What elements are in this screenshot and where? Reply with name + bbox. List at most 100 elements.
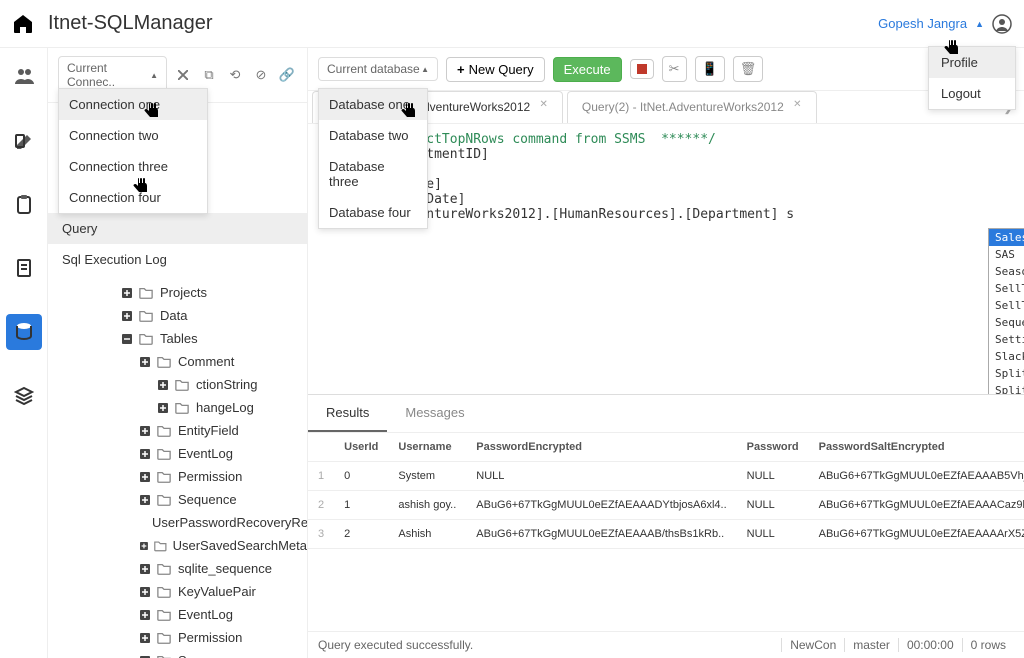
autocomplete-item[interactable]: Setting bbox=[989, 331, 1024, 348]
column-header[interactable]: Password bbox=[737, 433, 809, 462]
execute-button[interactable]: Execute bbox=[553, 57, 622, 82]
expand-icon[interactable] bbox=[140, 426, 150, 436]
collapse-icon[interactable] bbox=[122, 334, 132, 344]
sync-button[interactable]: ⟲ bbox=[225, 65, 245, 85]
autocomplete-item[interactable]: SeasonCatalog_Leaf bbox=[989, 263, 1024, 280]
connection-option[interactable]: Connection four bbox=[59, 182, 207, 213]
column-header[interactable]: UserId bbox=[334, 433, 388, 462]
expand-icon[interactable] bbox=[140, 495, 150, 505]
delete-button[interactable]: 🗑 bbox=[733, 56, 764, 82]
stop-button[interactable] bbox=[630, 59, 654, 79]
autocomplete-item[interactable]: Sales_Imported bbox=[989, 229, 1024, 246]
tree-node[interactable]: Projects bbox=[48, 281, 307, 304]
phone-button[interactable]: 📱 bbox=[695, 56, 725, 82]
tree-node[interactable]: EventLog bbox=[48, 603, 307, 626]
sidebar-item-query[interactable]: Query bbox=[48, 213, 307, 244]
autocomplete-item[interactable]: SellThruReport bbox=[989, 297, 1024, 314]
table-cell: NULL bbox=[737, 462, 809, 491]
connection-option[interactable]: Connection three bbox=[59, 151, 207, 182]
database-option[interactable]: Database one bbox=[319, 89, 427, 120]
expand-icon[interactable] bbox=[122, 311, 132, 321]
nav-stack[interactable] bbox=[6, 378, 42, 414]
expand-icon[interactable] bbox=[122, 288, 132, 298]
expand-icon[interactable] bbox=[140, 587, 150, 597]
expand-icon[interactable] bbox=[158, 380, 168, 390]
tree-label: Sequence bbox=[178, 492, 237, 507]
content-area: Current database ▲ +New Query Execute ✂ … bbox=[308, 48, 1024, 658]
autocomplete-item[interactable]: Split bbox=[989, 365, 1024, 382]
expand-icon[interactable] bbox=[140, 633, 150, 643]
expand-icon[interactable] bbox=[140, 472, 150, 482]
tree-node[interactable]: ctionString bbox=[48, 373, 307, 396]
tree-node[interactable]: sqlite_sequence bbox=[48, 557, 307, 580]
nav-clipboard[interactable] bbox=[6, 186, 42, 222]
autocomplete-popup[interactable]: Sales_ImportedSASSeasonCatalog_LeafSellT… bbox=[988, 228, 1024, 394]
table-cell: ABuG6+67TkGgMUUL0eEZfAEAAAB5VhjGIe34y.. bbox=[809, 462, 1024, 491]
table-row[interactable]: 21ashish goy..ABuG6+67TkGgMUUL0eEZfAEAAA… bbox=[308, 491, 1024, 520]
profile-menu-item[interactable]: Profile bbox=[929, 47, 1015, 78]
results-tab[interactable]: Results bbox=[308, 395, 387, 432]
nav-users[interactable] bbox=[6, 58, 42, 94]
expand-icon[interactable] bbox=[140, 610, 150, 620]
tree-label: Permission bbox=[178, 469, 242, 484]
column-header[interactable]: Username bbox=[388, 433, 466, 462]
column-header[interactable]: PasswordSaltEncrypted bbox=[809, 433, 1024, 462]
tree-node[interactable]: Permission bbox=[48, 465, 307, 488]
tree-node[interactable]: UserSavedSearchMeta bbox=[48, 534, 307, 557]
copy-button[interactable]: ⧉ bbox=[199, 65, 219, 85]
tree-label: EntityField bbox=[178, 423, 239, 438]
tree-node[interactable]: Data bbox=[48, 304, 307, 327]
editor-tab[interactable]: Query(2) - ItNet.AdventureWorks2012 ✕ bbox=[567, 91, 817, 123]
autocomplete-item[interactable]: SplitIds bbox=[989, 382, 1024, 394]
nav-edit[interactable] bbox=[6, 122, 42, 158]
logout-menu-item[interactable]: Logout bbox=[929, 78, 1015, 109]
expand-icon[interactable] bbox=[140, 449, 150, 459]
close-icon[interactable]: ✕ bbox=[540, 99, 548, 110]
object-tree[interactable]: ProjectsDataTables Comment ctionString hang… bbox=[48, 275, 307, 658]
database-select[interactable]: Current database ▲ bbox=[318, 57, 438, 81]
user-menu-trigger[interactable]: Gopesh Jangra ▲ Profile Logout bbox=[878, 14, 1012, 34]
database-option[interactable]: Database two bbox=[319, 120, 427, 151]
unlink-button[interactable]: ⊘ bbox=[251, 65, 271, 85]
autocomplete-item[interactable]: Slack bbox=[989, 348, 1024, 365]
tree-node[interactable]: UserPasswordRecoveryRequest bbox=[48, 511, 307, 534]
results-grid[interactable]: UserIdUsernamePasswordEncryptedPasswordP… bbox=[308, 433, 1024, 631]
tree-label: ctionString bbox=[196, 377, 257, 392]
home-icon[interactable] bbox=[12, 13, 34, 35]
tree-node[interactable]: hangeLog bbox=[48, 396, 307, 419]
expand-icon[interactable] bbox=[158, 403, 168, 413]
tree-node[interactable]: EntityField bbox=[48, 419, 307, 442]
tree-node[interactable]: Sequence bbox=[48, 649, 307, 658]
column-header[interactable]: PasswordEncrypted bbox=[466, 433, 736, 462]
new-query-button[interactable]: +New Query bbox=[446, 57, 545, 82]
connection-option[interactable]: Connection one bbox=[59, 89, 207, 120]
tree-node[interactable]: Sequence bbox=[48, 488, 307, 511]
expand-icon[interactable] bbox=[140, 357, 150, 367]
tree-label: Comment bbox=[178, 354, 234, 369]
autocomplete-item[interactable]: SellThroughReport bbox=[989, 280, 1024, 297]
expand-icon[interactable] bbox=[140, 541, 148, 551]
tree-node[interactable]: Permission bbox=[48, 626, 307, 649]
sidebar-item-sqllog[interactable]: Sql Execution Log bbox=[48, 244, 307, 275]
autocomplete-item[interactable]: Sequence bbox=[989, 314, 1024, 331]
database-option[interactable]: Database three bbox=[319, 151, 427, 197]
expand-icon[interactable] bbox=[140, 564, 150, 574]
tree-node[interactable]: EventLog bbox=[48, 442, 307, 465]
table-row[interactable]: 32AshishABuG6+67TkGgMUUL0eEZfAEAAAB/thsB… bbox=[308, 520, 1024, 549]
database-option[interactable]: Database four bbox=[319, 197, 427, 228]
cut-button[interactable]: ✂ bbox=[662, 56, 687, 82]
connection-option[interactable]: Connection two bbox=[59, 120, 207, 151]
close-button[interactable] bbox=[173, 65, 193, 85]
table-row[interactable]: 10SystemNULLNULLABuG6+67TkGgMUUL0eEZfAEA… bbox=[308, 462, 1024, 491]
messages-tab[interactable]: Messages bbox=[387, 395, 482, 432]
close-icon[interactable]: ✕ bbox=[793, 99, 801, 110]
tree-node[interactable]: Tables bbox=[48, 327, 307, 350]
tree-node[interactable]: KeyValuePair bbox=[48, 580, 307, 603]
folder-icon bbox=[156, 447, 172, 461]
autocomplete-item[interactable]: SAS bbox=[989, 246, 1024, 263]
link-button[interactable]: 🔗 bbox=[277, 65, 297, 85]
nav-sql[interactable] bbox=[6, 314, 42, 350]
folder-icon bbox=[156, 585, 172, 599]
nav-document[interactable] bbox=[6, 250, 42, 286]
tree-node[interactable]: Comment bbox=[48, 350, 307, 373]
